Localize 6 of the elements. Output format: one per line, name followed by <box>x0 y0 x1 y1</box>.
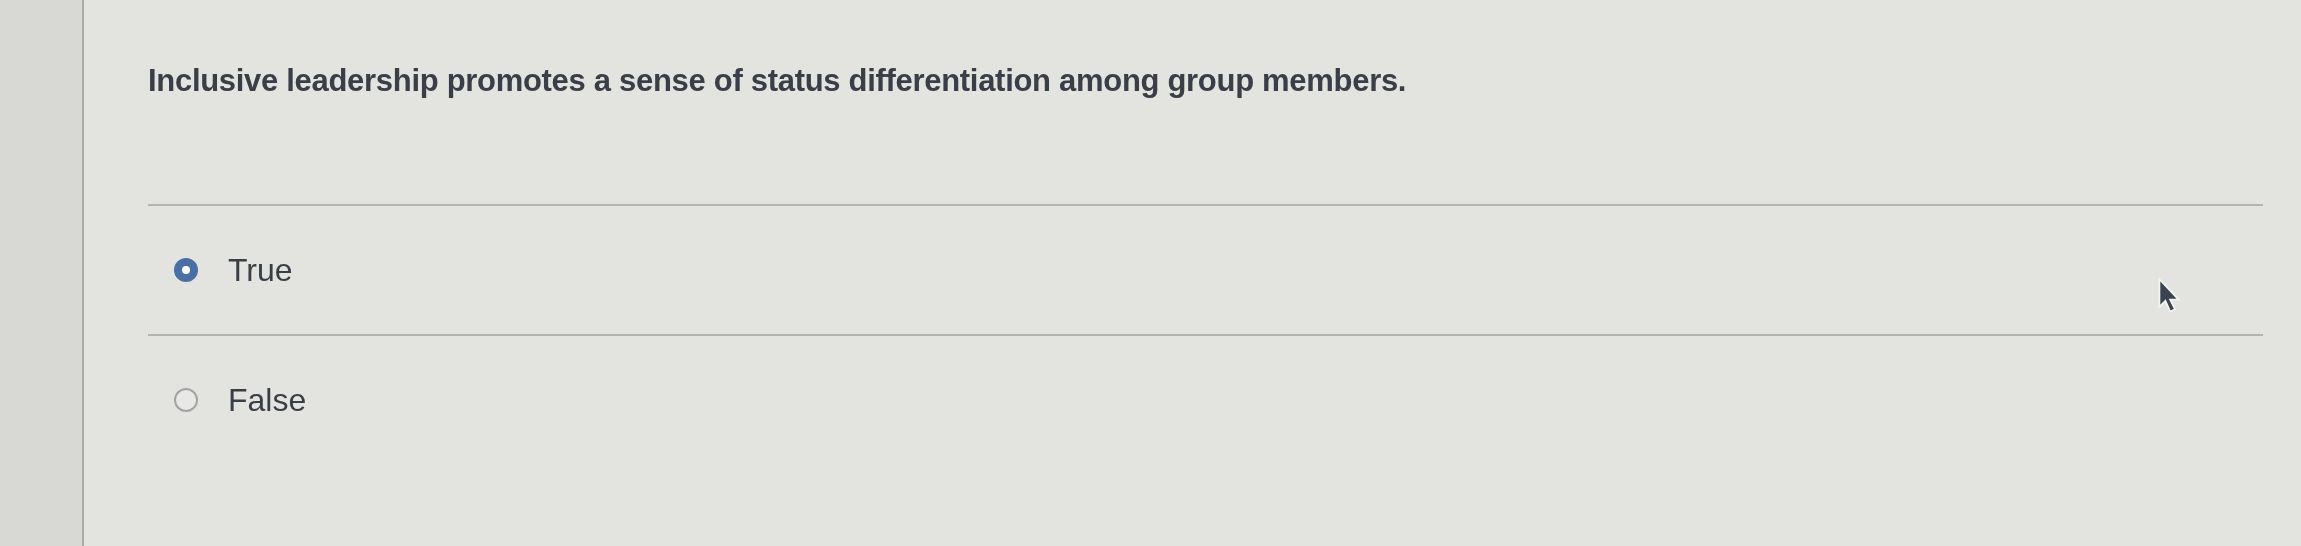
option-label[interactable]: True <box>228 251 293 289</box>
mouse-pointer-icon <box>2157 278 2181 314</box>
radio-button[interactable] <box>174 388 198 412</box>
question-text: Inclusive leadership promotes a sense of status differentiation among group members. <box>148 62 1408 100</box>
option-label[interactable]: False <box>228 381 307 419</box>
radio-button[interactable] <box>174 258 198 282</box>
